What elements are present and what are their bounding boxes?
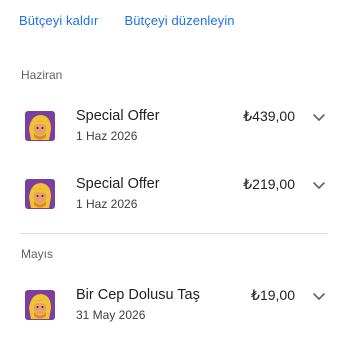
purchase-history-panel: Bütçeyi kaldır Bütçeyi düzenleyin Hazira… <box>0 0 350 350</box>
clash-barbarian-app-icon <box>23 288 57 322</box>
chevron-down-icon[interactable] <box>312 113 326 123</box>
item-date: 1 Haz 2026 <box>76 197 138 211</box>
purchase-row[interactable]: Bir Cep Dolusu Taş 31 May 2026 ₺19,00 <box>0 287 350 342</box>
budget-actions: Bütçeyi kaldır Bütçeyi düzenleyin <box>19 13 235 28</box>
item-price: ₺439,00 <box>243 108 295 124</box>
item-price: ₺219,00 <box>243 176 295 192</box>
item-title: Bir Cep Dolusu Taş <box>76 287 200 303</box>
purchase-row[interactable]: Special Offer 1 Haz 2026 ₺439,00 <box>0 108 350 163</box>
item-title: Special Offer <box>76 108 160 124</box>
edit-budget-link[interactable]: Bütçeyi düzenleyin <box>124 13 234 28</box>
item-title: Special Offer <box>76 176 160 192</box>
chevron-down-icon[interactable] <box>312 181 326 191</box>
item-date: 1 Haz 2026 <box>76 129 138 143</box>
purchase-row[interactable]: Special Offer 1 Haz 2026 ₺219,00 <box>0 176 350 231</box>
item-price: ₺19,00 <box>251 287 295 303</box>
section-divider <box>20 233 328 234</box>
chevron-down-icon[interactable] <box>312 292 326 302</box>
section-title-may: Mayıs <box>21 247 54 261</box>
remove-budget-link[interactable]: Bütçeyi kaldır <box>19 13 98 28</box>
section-title-june: Haziran <box>21 68 63 82</box>
clash-barbarian-app-icon <box>23 109 57 143</box>
item-date: 31 May 2026 <box>76 308 146 322</box>
clash-barbarian-app-icon <box>23 177 57 211</box>
